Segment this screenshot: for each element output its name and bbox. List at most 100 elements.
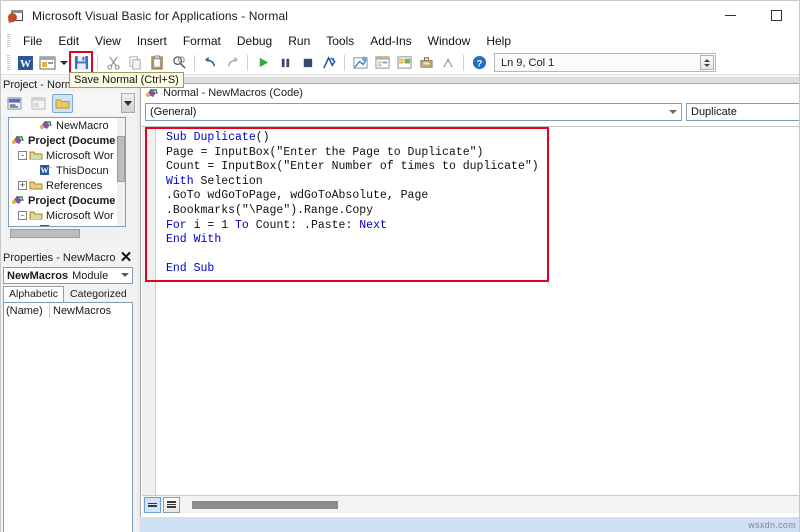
code-editor-area[interactable]: Sub Duplicate() Page = InputBox("Enter t… <box>142 126 799 512</box>
toolbox-icon[interactable] <box>415 52 437 73</box>
tab-categorized[interactable]: Categorized <box>64 286 133 302</box>
help-icon[interactable]: ? <box>468 52 490 73</box>
procedure-dropdown[interactable]: Duplicate <box>686 103 799 121</box>
word-doc-icon: W <box>39 224 53 227</box>
menu-help[interactable]: Help <box>478 32 519 50</box>
vba-document-icon <box>7 8 25 24</box>
tree-node[interactable]: NewMacro <box>9 118 125 133</box>
svg-text:?: ? <box>476 58 482 68</box>
code-window: Normal - NewMacros (Code) (General) Dupl… <box>140 83 799 532</box>
tree-node[interactable]: - Microsoft Wor <box>9 208 125 223</box>
toggle-folders-icon[interactable] <box>52 94 73 113</box>
tree-node-label: Microsoft Wor <box>46 209 114 222</box>
toolbar-separator <box>97 54 98 71</box>
redo-icon[interactable] <box>221 52 243 73</box>
object-browser-icon[interactable] <box>393 52 415 73</box>
procedure-view-button[interactable] <box>144 496 161 513</box>
cut-icon[interactable] <box>102 52 124 73</box>
close-icon[interactable]: ✕ <box>118 249 134 265</box>
copy-icon[interactable] <box>124 52 146 73</box>
toolbar-separator <box>194 54 195 71</box>
svg-text:W: W <box>20 58 31 70</box>
project-explorer-icon[interactable] <box>349 52 371 73</box>
module-icon <box>39 119 53 132</box>
stop-icon[interactable] <box>296 52 318 73</box>
save-button-tooltip: Save Normal (Ctrl+S) <box>69 72 184 88</box>
project-tree[interactable]: NewMacro Project (Docume - Microsoft Wor <box>8 117 126 227</box>
code-window-title: Normal - NewMacros (Code) <box>163 87 303 99</box>
tree-node[interactable]: - Microsoft Wor <box>9 148 125 163</box>
minimize-button[interactable] <box>707 1 753 30</box>
tree-collapse-toggle[interactable]: - <box>18 151 27 160</box>
chevron-down-icon <box>669 110 677 114</box>
code-text[interactable]: Sub Duplicate() Page = InputBox("Enter t… <box>166 131 539 277</box>
menu-debug[interactable]: Debug <box>229 32 280 50</box>
property-key: (Name) <box>4 303 50 318</box>
tree-node[interactable]: Project (Docume <box>9 133 125 148</box>
maximize-button[interactable] <box>753 1 799 30</box>
svg-text:W: W <box>41 226 49 227</box>
menu-insert[interactable]: Insert <box>129 32 175 50</box>
tree-collapse-toggle[interactable]: - <box>18 211 27 220</box>
menu-window[interactable]: Window <box>420 32 479 50</box>
paste-icon[interactable] <box>146 52 168 73</box>
tree-node-label: References <box>46 179 103 192</box>
find-icon[interactable] <box>168 52 190 73</box>
view-code-icon[interactable] <box>4 94 25 113</box>
project-icon <box>11 134 25 147</box>
view-object-icon[interactable] <box>28 94 49 113</box>
tree-node[interactable]: W ThisDocun <box>9 223 125 227</box>
menu-grip[interactable] <box>7 34 10 47</box>
property-row[interactable]: (Name) NewMacros <box>4 303 132 318</box>
menu-bar: File Edit View Insert Format Debug Run T… <box>1 30 799 51</box>
pause-icon[interactable] <box>274 52 296 73</box>
properties-window-icon[interactable] <box>371 52 393 73</box>
line-column-indicator: Ln 9, Col 1 <box>494 53 716 72</box>
project-explorer-title: Project - Norm <box>3 78 74 91</box>
menu-view[interactable]: View <box>87 32 129 50</box>
menu-format[interactable]: Format <box>175 32 229 50</box>
mdi-client-area: Normal - NewMacros (Code) (General) Dupl… <box>140 77 799 532</box>
procedure-dropdown-value: Duplicate <box>691 106 737 118</box>
tree-expand-toggle[interactable]: + <box>18 181 27 190</box>
project-tree-hscrollbar[interactable] <box>8 229 126 239</box>
tree-node-label: Microsoft Wor <box>46 149 114 162</box>
menu-file[interactable]: File <box>15 32 50 50</box>
title-bar: Microsoft Visual Basic for Applications … <box>1 1 799 30</box>
chevron-down-icon <box>121 273 129 277</box>
tree-node[interactable]: + References <box>9 178 125 193</box>
code-horizontal-scrollbar[interactable] <box>186 497 797 512</box>
code-window-bottom-bar <box>142 495 799 513</box>
properties-object-name: NewMacros <box>7 269 69 282</box>
menu-addins[interactable]: Add-Ins <box>362 32 419 50</box>
vba-editor-window: Microsoft Visual Basic for Applications … <box>0 0 800 532</box>
status-spinner[interactable] <box>700 55 714 70</box>
toolbar-grip[interactable] <box>7 55 10 70</box>
project-explorer-toolbar <box>1 92 137 115</box>
save-button[interactable] <box>69 51 93 74</box>
design-mode-icon[interactable] <box>318 52 340 73</box>
project-explorer-scroll-down[interactable] <box>121 93 135 113</box>
tab-alphabetic[interactable]: Alphabetic <box>3 286 65 302</box>
menu-edit[interactable]: Edit <box>50 32 87 50</box>
view-word-icon[interactable]: W <box>14 52 36 73</box>
folder-open-icon <box>29 149 43 162</box>
undo-icon[interactable] <box>199 52 221 73</box>
code-window-title-bar: Normal - NewMacros (Code) <box>141 84 799 102</box>
properties-grid[interactable]: (Name) NewMacros <box>3 302 133 532</box>
insert-userform-icon[interactable] <box>36 52 58 73</box>
code-margin-indicator-bar[interactable] <box>142 127 156 512</box>
properties-tabs: Alphabetic Categorized <box>3 286 137 302</box>
insert-dropdown-icon[interactable] <box>58 52 69 73</box>
menu-tools[interactable]: Tools <box>318 32 362 50</box>
tree-node[interactable]: Project (Docume <box>9 193 125 208</box>
menu-run[interactable]: Run <box>280 32 318 50</box>
run-icon[interactable] <box>252 52 274 73</box>
tree-node-label: Project (Docume <box>28 194 116 207</box>
object-dropdown[interactable]: (General) <box>145 103 682 121</box>
tree-node[interactable]: W ThisDocun <box>9 163 125 178</box>
full-module-view-button[interactable] <box>163 496 180 513</box>
property-value[interactable]: NewMacros <box>50 305 111 317</box>
properties-object-select[interactable]: NewMacros Module <box>3 267 133 284</box>
toolbox-extra-icon[interactable] <box>437 52 459 73</box>
